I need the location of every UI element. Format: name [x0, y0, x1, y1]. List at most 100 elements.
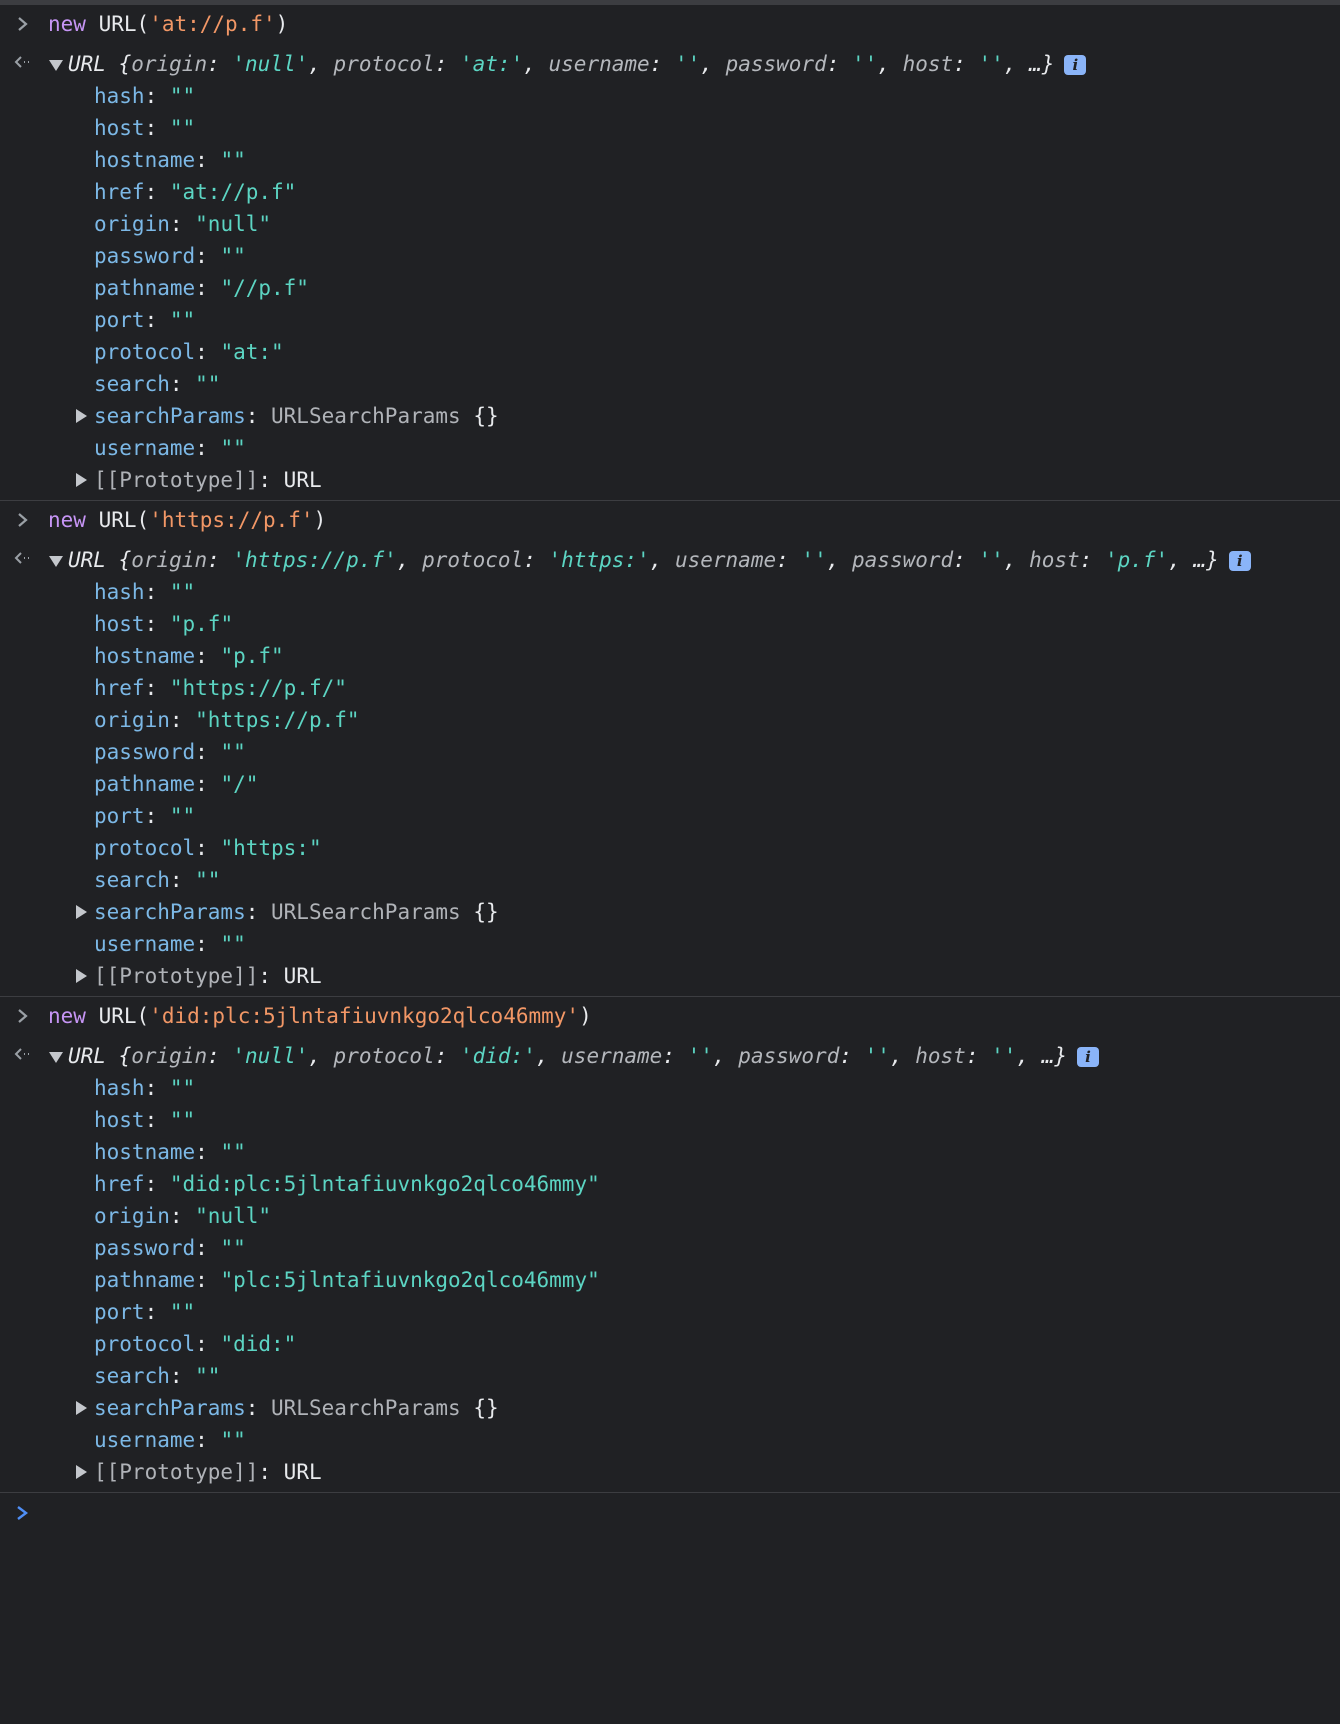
result-summary-row[interactable]: URL {origin: 'null', protocol: 'at:', us… [0, 48, 1340, 80]
property-row-prototype[interactable]: [[Prototype]]: URL [0, 1456, 1340, 1488]
property-row-href[interactable]: href: "did:plc:5jlntafiuvnkgo2qlco46mmy" [0, 1168, 1340, 1200]
triangle-down-icon[interactable] [49, 556, 63, 567]
property-row-origin[interactable]: origin: "null" [0, 1200, 1340, 1232]
property-row-search[interactable]: search: "" [0, 864, 1340, 896]
colon: : [195, 740, 221, 764]
info-icon[interactable]: i [1077, 1047, 1100, 1067]
triangle-down-icon[interactable] [49, 1052, 63, 1063]
triangle-right-icon[interactable] [76, 969, 87, 983]
console-command-row[interactable]: new URL('https://p.f') [0, 504, 1340, 536]
brace-open: { [105, 1044, 132, 1068]
property-row-host[interactable]: host: "p.f" [0, 608, 1340, 640]
property-row-search[interactable]: search: "" [0, 368, 1340, 400]
property-key: searchParams [94, 900, 246, 924]
property-row-pathname[interactable]: pathname: "/" [0, 768, 1340, 800]
property-row-username[interactable]: username: "" [0, 1424, 1340, 1456]
property-text: hash: "" [94, 1072, 195, 1104]
property-row-username[interactable]: username: "" [0, 432, 1340, 464]
property-row-hash[interactable]: hash: "" [0, 80, 1340, 112]
object-type: URL [68, 548, 106, 572]
property-row-href[interactable]: href: "at://p.f" [0, 176, 1340, 208]
property-key: hostname [94, 1140, 196, 1164]
colon: : [195, 1332, 221, 1356]
triangle-right-icon[interactable] [76, 905, 87, 919]
property-value: "did:plc:5jlntafiuvnkgo2qlco46mmy" [169, 1172, 600, 1196]
property-row-username[interactable]: username: "" [0, 928, 1340, 960]
property-key: password [94, 244, 196, 268]
result-summary-row[interactable]: URL {origin: 'https://p.f', protocol: 'h… [0, 544, 1340, 576]
property-row-password[interactable]: password: "" [0, 736, 1340, 768]
property-key: port [94, 804, 145, 828]
property-key: password [94, 1236, 196, 1260]
property-row-host[interactable]: host: "" [0, 1104, 1340, 1136]
comma: , [1003, 548, 1030, 572]
triangle-right-icon[interactable] [76, 409, 87, 423]
summary-key: protocol [422, 548, 524, 572]
property-row-searchParams[interactable]: searchParams: URLSearchParams {} [0, 400, 1340, 432]
colon: : [434, 52, 460, 76]
property-row-origin[interactable]: origin: "https://p.f" [0, 704, 1340, 736]
paren-close: ) [313, 508, 327, 532]
property-row-protocol[interactable]: protocol: "did:" [0, 1328, 1340, 1360]
property-row-href[interactable]: href: "https://p.f/" [0, 672, 1340, 704]
triangle-right-icon[interactable] [76, 1401, 87, 1415]
property-key: origin [94, 1204, 170, 1228]
argument-string: 'did:plc:5jlntafiuvnkgo2qlco46mmy' [149, 1004, 580, 1028]
property-row-protocol[interactable]: protocol: "https:" [0, 832, 1340, 864]
colon: : [523, 548, 549, 572]
property-text: password: "" [94, 736, 246, 768]
property-row-searchParams[interactable]: searchParams: URLSearchParams {} [0, 896, 1340, 928]
property-text: host: "" [94, 112, 195, 144]
property-text: hostname: "" [94, 1136, 246, 1168]
summary-value: '' [674, 52, 701, 76]
property-row-prototype[interactable]: [[Prototype]]: URL [0, 960, 1340, 992]
property-row-port[interactable]: port: "" [0, 800, 1340, 832]
colon: : [826, 52, 853, 76]
summary-value: '' [864, 1044, 890, 1068]
property-row-hash[interactable]: hash: "" [0, 1072, 1340, 1104]
colon: : [195, 772, 221, 796]
property-text: protocol: "https:" [94, 832, 322, 864]
property-value: "" [195, 868, 221, 892]
property-row-password[interactable]: password: "" [0, 1232, 1340, 1264]
triangle-right-icon[interactable] [76, 473, 87, 487]
property-key: protocol [94, 836, 196, 860]
property-key: hostname [94, 148, 196, 172]
console-command-row[interactable]: new URL('did:plc:5jlntafiuvnkgo2qlco46mm… [0, 1000, 1340, 1032]
comma: , [396, 548, 423, 572]
colon: : [144, 1076, 170, 1100]
info-icon[interactable]: i [1064, 55, 1087, 75]
property-row-hash[interactable]: hash: "" [0, 576, 1340, 608]
comma: , [1003, 52, 1030, 76]
summary-value: '' [978, 52, 1004, 76]
triangle-down-icon[interactable] [49, 60, 63, 71]
colon: : [169, 868, 196, 892]
comma: , [877, 52, 903, 76]
property-value: {} [473, 1396, 499, 1420]
property-row-search[interactable]: search: "" [0, 1360, 1340, 1392]
property-row-hostname[interactable]: hostname: "" [0, 1136, 1340, 1168]
property-row-searchParams[interactable]: searchParams: URLSearchParams {} [0, 1392, 1340, 1424]
property-value: "" [169, 308, 196, 332]
triangle-right-icon[interactable] [76, 1465, 87, 1479]
property-row-password[interactable]: password: "" [0, 240, 1340, 272]
property-type: URLSearchParams [271, 1396, 461, 1420]
info-icon[interactable]: i [1228, 551, 1251, 571]
console-input-row[interactable] [0, 1497, 1340, 1529]
console-command-row[interactable]: new URL('at://p.f') [0, 8, 1340, 40]
property-row-hostname[interactable]: hostname: "p.f" [0, 640, 1340, 672]
property-row-hostname[interactable]: hostname: "" [0, 144, 1340, 176]
property-row-pathname[interactable]: pathname: "//p.f" [0, 272, 1340, 304]
property-row-host[interactable]: host: "" [0, 112, 1340, 144]
property-row-port[interactable]: port: "" [0, 1296, 1340, 1328]
result-summary-row[interactable]: URL {origin: 'null', protocol: 'did:', u… [0, 1040, 1340, 1072]
property-row-prototype[interactable]: [[Prototype]]: URL [0, 464, 1340, 496]
property-row-pathname[interactable]: pathname: "plc:5jlntafiuvnkgo2qlco46mmy" [0, 1264, 1340, 1296]
property-row-origin[interactable]: origin: "null" [0, 208, 1340, 240]
colon: : [195, 340, 221, 364]
property-row-port[interactable]: port: "" [0, 304, 1340, 336]
summary-value: 'null' [232, 1044, 309, 1068]
property-row-protocol[interactable]: protocol: "at:" [0, 336, 1340, 368]
